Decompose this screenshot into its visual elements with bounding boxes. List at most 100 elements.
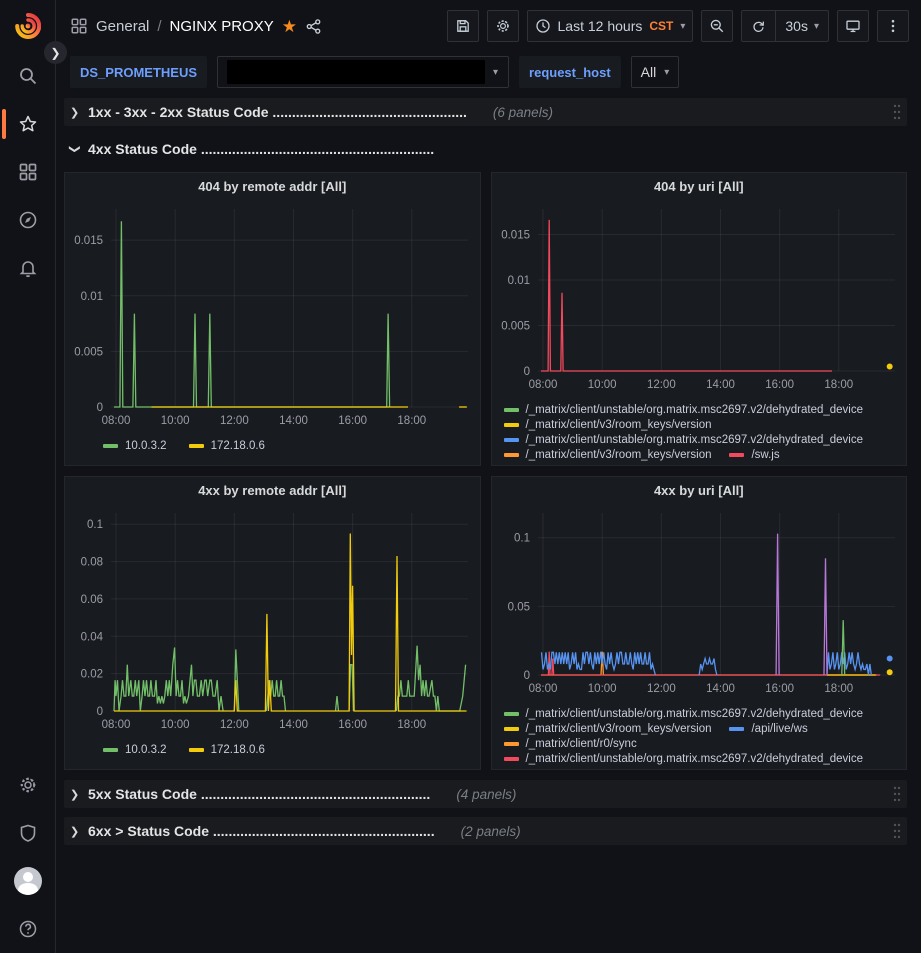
legend-series-label: /sw.js bbox=[751, 449, 779, 461]
sidebar-item-profile[interactable] bbox=[0, 857, 56, 905]
legend-item[interactable]: /_matrix/client/unstable/org.matrix.msc2… bbox=[504, 753, 864, 765]
row-header-4xx[interactable]: ❯ 4xx Status Code ......................… bbox=[64, 135, 907, 163]
top-navbar: General / NGINX PROXY ★ bbox=[56, 0, 921, 52]
chevron-down-icon: ▾ bbox=[680, 21, 685, 32]
chart-404-by-remote-addr[interactable]: 08:0010:0012:0014:0016:0018:0000.0050.01… bbox=[65, 199, 480, 436]
refresh-interval-dropdown[interactable]: 30s ▾ bbox=[775, 11, 828, 41]
drag-handle-icon[interactable] bbox=[891, 822, 903, 840]
legend-series-color bbox=[504, 453, 519, 457]
help-icon bbox=[18, 919, 38, 939]
dashboard-settings-button[interactable] bbox=[487, 10, 519, 42]
timezone-label: CST bbox=[649, 19, 673, 33]
legend-item[interactable]: /_matrix/client/r0/sync bbox=[504, 738, 637, 750]
zoom-out-time-button[interactable] bbox=[701, 10, 733, 42]
row-header-1xx[interactable]: ❯ 1xx - 3xx - 2xx Status Code ..........… bbox=[64, 98, 907, 126]
legend-series-label: 172.18.0.6 bbox=[211, 744, 265, 756]
svg-text:0.005: 0.005 bbox=[74, 346, 103, 358]
shield-icon bbox=[18, 823, 38, 843]
legend-series-label: 10.0.3.2 bbox=[125, 744, 167, 756]
svg-text:0.1: 0.1 bbox=[514, 533, 530, 545]
sidebar-item-server-admin[interactable] bbox=[0, 809, 56, 857]
svg-text:08:00: 08:00 bbox=[528, 683, 557, 695]
svg-text:14:00: 14:00 bbox=[279, 415, 308, 427]
panel-title[interactable]: 404 by uri [All] bbox=[492, 173, 907, 199]
row-panel-count: (4 panels) bbox=[456, 787, 516, 802]
refresh-button[interactable] bbox=[742, 11, 775, 41]
panel-title[interactable]: 4xx by remote addr [All] bbox=[65, 477, 480, 503]
legend-item[interactable]: /_matrix/client/unstable/org.matrix.msc2… bbox=[504, 404, 864, 416]
chevron-right-icon: ❯ bbox=[70, 788, 80, 801]
panel-4xx-by-remote-addr: 4xx by remote addr [All] 08:0010:0012:00… bbox=[64, 476, 481, 770]
more-options-button[interactable] bbox=[877, 10, 909, 42]
legend-item[interactable]: 10.0.3.2 bbox=[103, 440, 167, 452]
sidebar-item-explore[interactable] bbox=[0, 196, 56, 244]
panel-row-top: 404 by remote addr [All] 08:0010:0012:00… bbox=[64, 172, 907, 466]
time-range-picker[interactable]: Last 12 hours CST ▾ bbox=[527, 10, 694, 42]
legend-item[interactable]: 172.18.0.6 bbox=[189, 744, 265, 756]
row-panel-count: (6 panels) bbox=[493, 105, 553, 120]
svg-text:10:00: 10:00 bbox=[587, 379, 616, 391]
save-dashboard-button[interactable] bbox=[447, 10, 479, 42]
row-header-6xx[interactable]: ❯ 6xx > Status Code ....................… bbox=[64, 817, 907, 845]
svg-text:08:00: 08:00 bbox=[102, 719, 131, 731]
share-icon[interactable] bbox=[305, 18, 322, 35]
sidebar-item-alerting[interactable] bbox=[0, 244, 56, 292]
svg-text:16:00: 16:00 bbox=[765, 379, 794, 391]
svg-text:10:00: 10:00 bbox=[161, 719, 190, 731]
sidebar-item-help[interactable] bbox=[0, 905, 56, 953]
panel-title[interactable]: 4xx by uri [All] bbox=[492, 477, 907, 503]
legend-item[interactable]: /_matrix/client/v3/room_keys/version bbox=[504, 419, 712, 431]
svg-text:0.04: 0.04 bbox=[81, 631, 104, 643]
row-header-5xx[interactable]: ❯ 5xx Status Code ......................… bbox=[64, 780, 907, 808]
legend-item[interactable]: /_matrix/client/v3/room_keys/version bbox=[504, 449, 712, 461]
drag-handle-icon[interactable] bbox=[891, 785, 903, 803]
legend-series-color bbox=[504, 712, 519, 716]
legend-item[interactable]: /sw.js bbox=[729, 449, 779, 461]
dashboard-grid-icon[interactable] bbox=[70, 17, 88, 35]
variable-label-ds-prometheus[interactable]: DS_PROMETHEUS bbox=[70, 56, 207, 88]
panel-legend: /_matrix/client/unstable/org.matrix.msc2… bbox=[492, 400, 907, 461]
legend-series-label: /api/live/ws bbox=[751, 723, 807, 735]
breadcrumb-dashboard-title[interactable]: NGINX PROXY bbox=[170, 18, 274, 35]
legend-item[interactable]: /_matrix/client/unstable/org.matrix.msc2… bbox=[504, 434, 864, 446]
drag-handle-icon[interactable] bbox=[891, 103, 903, 121]
svg-text:0.08: 0.08 bbox=[81, 557, 103, 569]
svg-text:16:00: 16:00 bbox=[338, 719, 367, 731]
legend-item[interactable]: /_matrix/client/unstable/org.matrix.msc2… bbox=[504, 708, 864, 720]
row-title: 5xx Status Code ........................… bbox=[88, 786, 430, 802]
sidebar-item-starred[interactable] bbox=[0, 100, 56, 148]
legend-item[interactable]: 172.18.0.6 bbox=[189, 440, 265, 452]
legend-item[interactable]: 10.0.3.2 bbox=[103, 744, 167, 756]
svg-text:0: 0 bbox=[97, 402, 103, 414]
svg-text:0.015: 0.015 bbox=[74, 235, 103, 247]
expand-sidebar-button[interactable]: ❯ bbox=[44, 41, 67, 64]
legend-series-label: /_matrix/client/v3/room_keys/version bbox=[526, 419, 712, 431]
dashboard-canvas: ❯ 1xx - 3xx - 2xx Status Code ..........… bbox=[56, 92, 921, 953]
sidebar-item-configuration[interactable] bbox=[0, 761, 56, 809]
svg-text:0.1: 0.1 bbox=[87, 519, 103, 531]
chart-4xx-by-uri[interactable]: 08:0010:0012:0014:0016:0018:0000.050.1 bbox=[492, 503, 907, 704]
panel-title[interactable]: 404 by remote addr [All] bbox=[65, 173, 480, 199]
chart-404-by-uri[interactable]: 08:0010:0012:0014:0016:0018:0000.0050.01… bbox=[492, 199, 907, 400]
save-icon bbox=[455, 18, 471, 34]
favorite-star-icon[interactable]: ★ bbox=[282, 18, 297, 35]
legend-item[interactable]: /_matrix/client/v3/room_keys/version bbox=[504, 723, 712, 735]
navbar-actions: Last 12 hours CST ▾ 30s bbox=[447, 10, 909, 42]
redacted-value bbox=[227, 60, 485, 84]
clock-icon bbox=[535, 18, 551, 34]
star-icon bbox=[18, 114, 38, 134]
row-panel-count: (2 panels) bbox=[461, 824, 521, 839]
svg-text:18:00: 18:00 bbox=[397, 719, 426, 731]
chart-4xx-by-remote-addr[interactable]: 08:0010:0012:0014:0016:0018:0000.020.040… bbox=[65, 503, 480, 740]
gear-icon bbox=[18, 775, 38, 795]
variable-label-request-host[interactable]: request_host bbox=[519, 56, 621, 88]
tv-mode-button[interactable] bbox=[837, 10, 869, 42]
sidebar-item-dashboards[interactable] bbox=[0, 148, 56, 196]
datasource-select[interactable]: ▾ bbox=[217, 56, 509, 88]
svg-text:0.01: 0.01 bbox=[507, 275, 529, 287]
svg-text:18:00: 18:00 bbox=[824, 683, 853, 695]
legend-series-color bbox=[189, 444, 204, 448]
request-host-select[interactable]: All ▾ bbox=[631, 56, 680, 88]
legend-item[interactable]: /api/live/ws bbox=[729, 723, 807, 735]
breadcrumb-folder[interactable]: General bbox=[96, 18, 149, 35]
